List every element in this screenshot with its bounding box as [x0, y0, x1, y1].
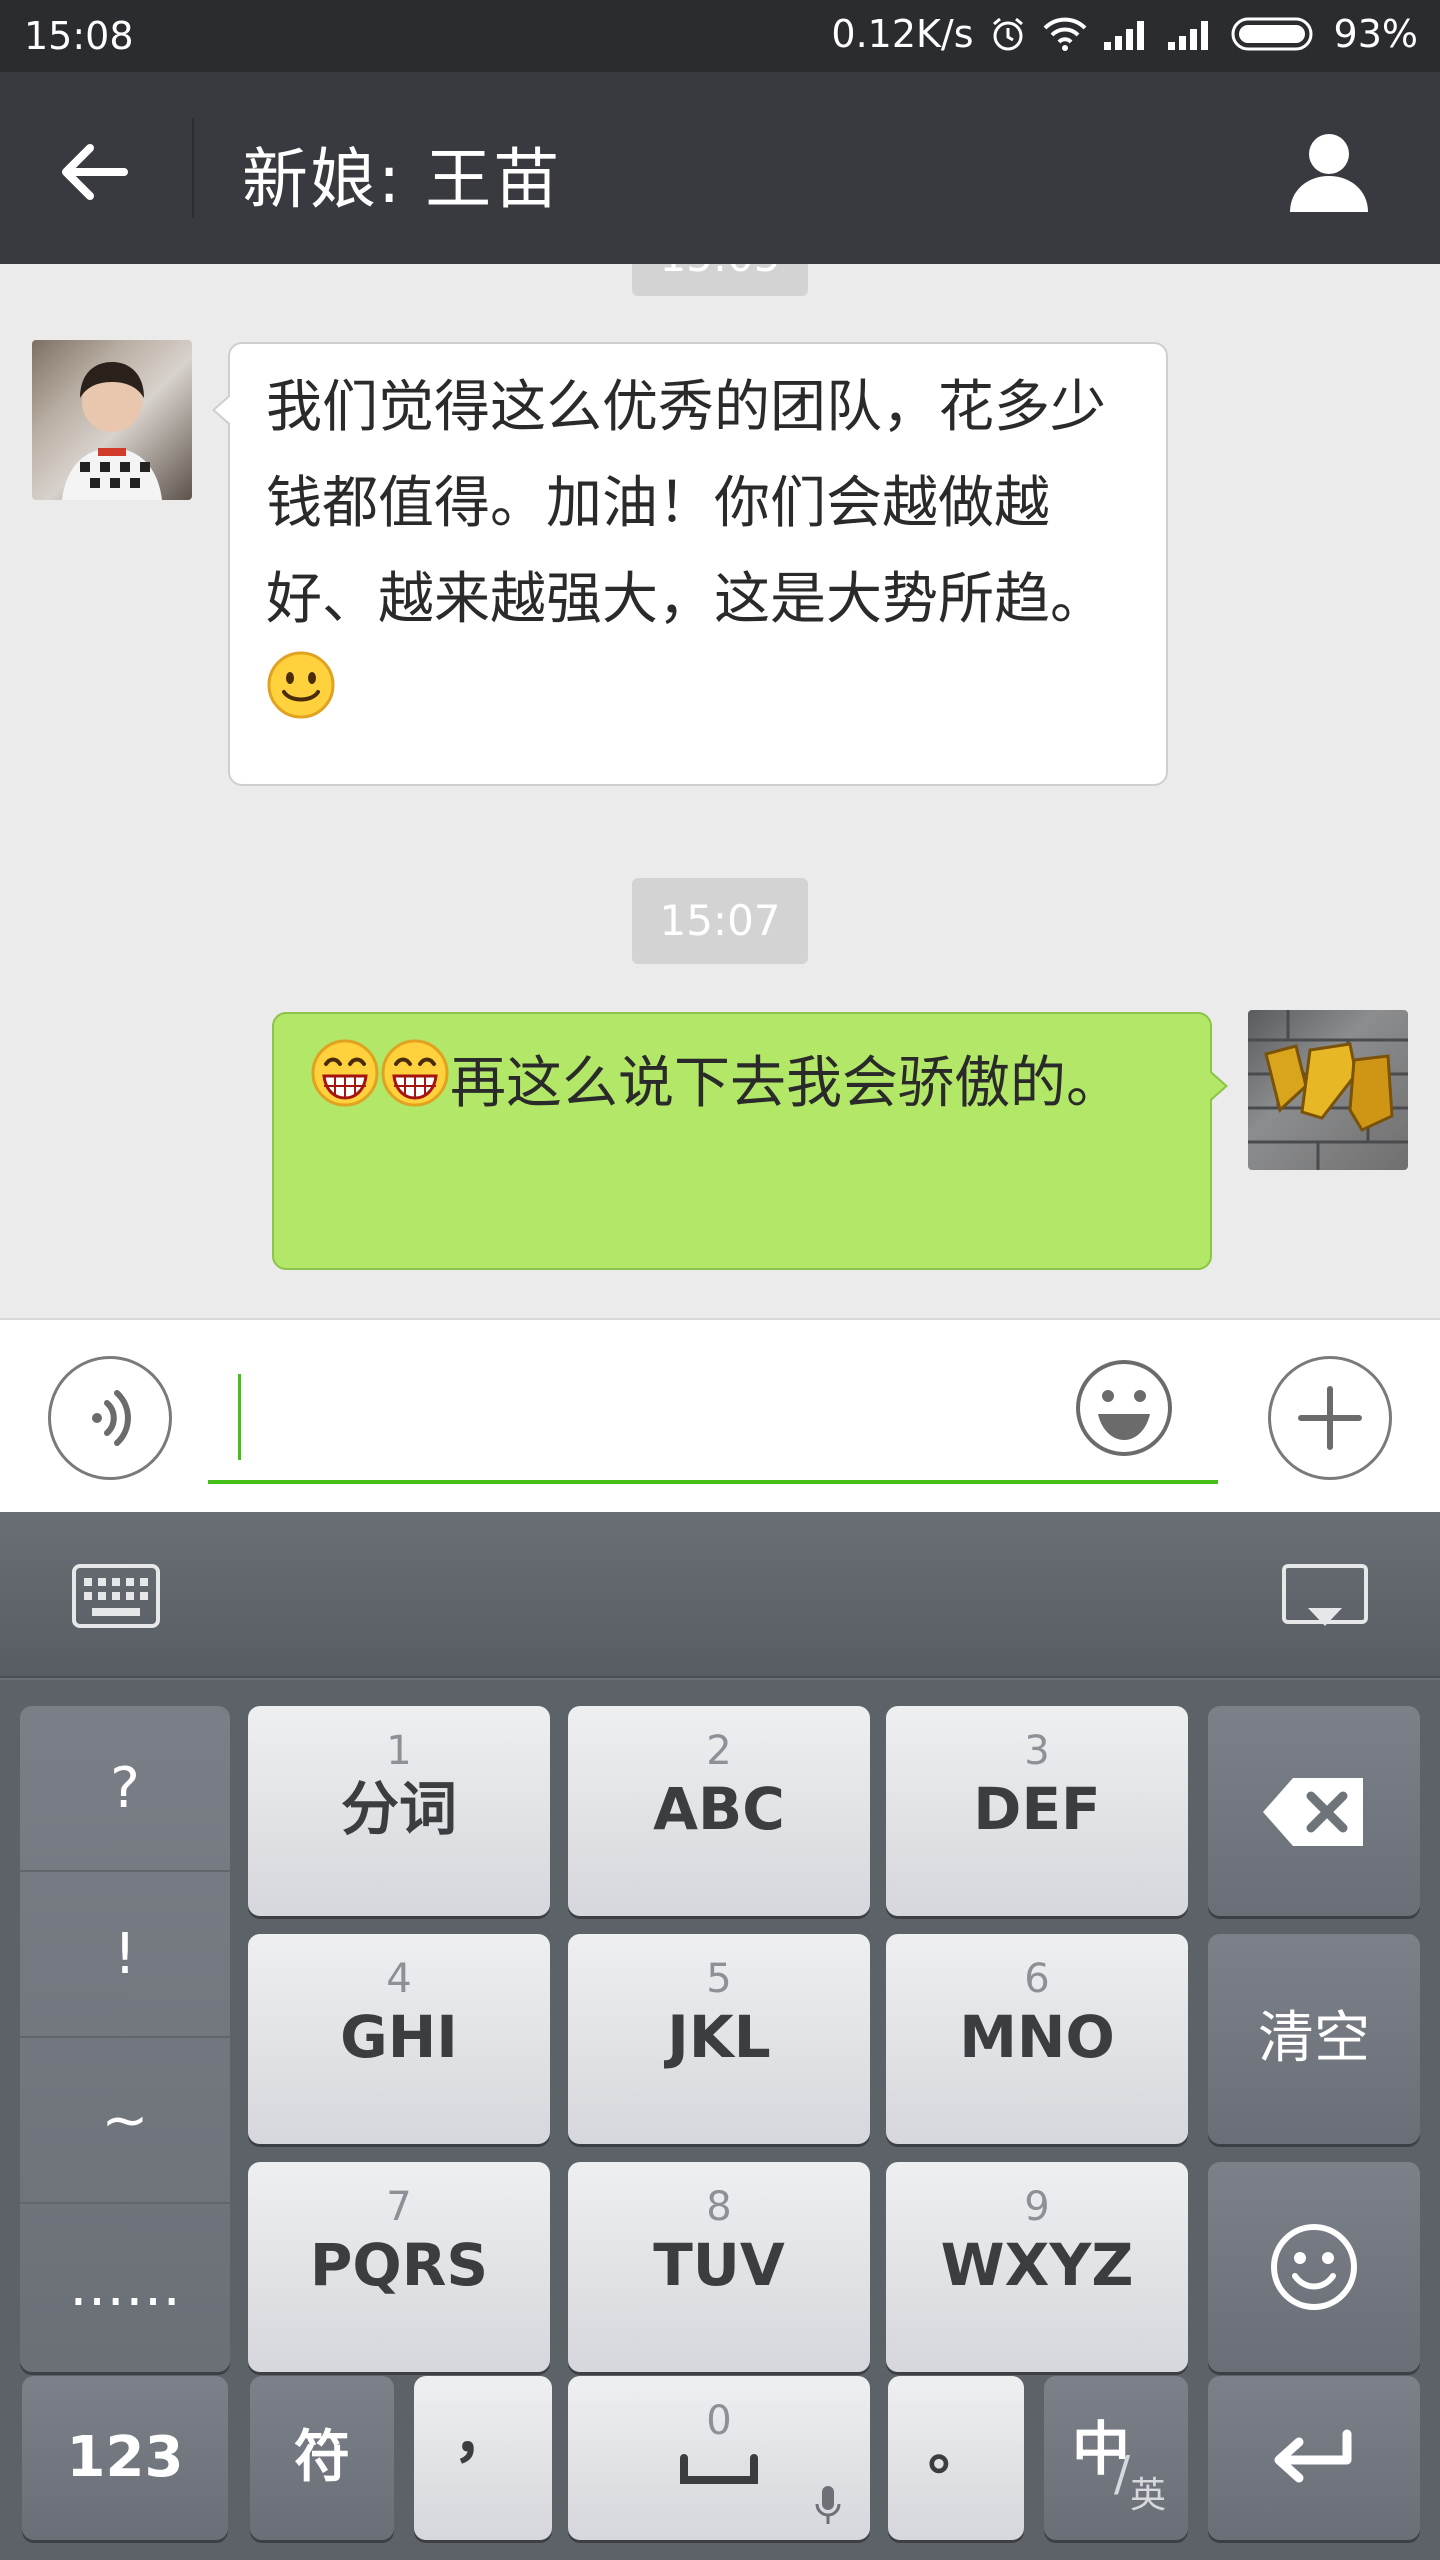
- battery-percent: 93%: [1333, 12, 1418, 56]
- timestamp-mid: 15:07: [632, 878, 808, 964]
- key-9[interactable]: 9 WXYZ: [886, 2162, 1188, 2372]
- timestamp-top: 15:05: [632, 264, 808, 296]
- plus-icon: [1298, 1386, 1362, 1450]
- language-switch-key[interactable]: 中 / 英: [1044, 2376, 1188, 2540]
- comma-key[interactable]: ，: [414, 2376, 552, 2540]
- voice-button[interactable]: [48, 1356, 172, 1480]
- key-exclamation[interactable]: !: [20, 1872, 230, 2038]
- key-4[interactable]: 4 GHI: [248, 1934, 550, 2144]
- space-icon: [680, 2454, 758, 2484]
- input-bar: [0, 1318, 1440, 1512]
- avatar-right-image: [1248, 1010, 1408, 1170]
- key-tilde[interactable]: ~: [20, 2038, 230, 2204]
- smiley-icon[interactable]: [1074, 1358, 1174, 1458]
- backspace-icon: [1263, 1778, 1363, 1846]
- arrow-left-icon[interactable]: [54, 132, 134, 212]
- space-num: 0: [706, 2398, 732, 2444]
- battery-icon: [1231, 17, 1313, 51]
- keyboard: ? ! ~ …… 1 分词 2 ABC 3 DEF 4 GHI 5 JKL 6 MNO 清空…: [0, 1512, 1440, 2560]
- key-7[interactable]: 7 PQRS: [248, 2162, 550, 2372]
- smiley-key-icon: [1271, 2224, 1357, 2310]
- hide-keyboard-icon[interactable]: [1282, 1564, 1368, 1634]
- plus-button[interactable]: [1268, 1356, 1392, 1480]
- header-divider: [192, 118, 194, 218]
- message-list[interactable]: 15:05 我们觉得这么优秀的团队，花多少钱都值得。加油！你们会越做越好、越来越…: [0, 264, 1440, 1318]
- avatar-left-image: [62, 362, 162, 500]
- numbers-key[interactable]: 123: [22, 2376, 228, 2540]
- mic-icon: [815, 2486, 841, 2524]
- keyboard-icon[interactable]: [72, 1564, 160, 1628]
- alarm-icon: [992, 17, 1023, 51]
- key-1[interactable]: 1 分词: [248, 1706, 550, 1916]
- keyboard-toolbar: [0, 1512, 1440, 1678]
- key-8[interactable]: 8 TUV: [568, 2162, 870, 2372]
- voice-icon: [92, 1390, 131, 1446]
- period-key[interactable]: 。: [888, 2376, 1024, 2540]
- wifi-icon: [1043, 17, 1086, 51]
- emoji-key[interactable]: [1208, 2162, 1420, 2372]
- signal-icon-2: [1167, 21, 1208, 50]
- key-3[interactable]: 3 DEF: [886, 1706, 1188, 1916]
- key-5[interactable]: 5 JKL: [568, 1934, 870, 2144]
- space-key[interactable]: 0: [568, 2376, 870, 2540]
- smile-emoji-icon: [267, 651, 335, 719]
- message-bubble-right[interactable]: 再这么说下去我会骄傲的。: [272, 1012, 1228, 1270]
- message-input[interactable]: [208, 1354, 1218, 1484]
- key-question[interactable]: ?: [20, 1706, 230, 1872]
- chat-header: 新娘: 王苗: [0, 72, 1440, 264]
- avatar-left[interactable]: [32, 340, 192, 500]
- clear-button[interactable]: 清空: [1208, 1934, 1420, 2144]
- en-label: 英: [1130, 2475, 1167, 2516]
- status-time: 15:08: [24, 14, 134, 58]
- keyboard-keys: ? ! ~ …… 1 分词 2 ABC 3 DEF 4 GHI 5 JKL 6 MNO 清空…: [0, 1680, 1440, 2560]
- avatar-right[interactable]: [1248, 1010, 1408, 1170]
- person-icon[interactable]: [1286, 128, 1372, 214]
- key-ellipsis[interactable]: ……: [20, 2204, 230, 2370]
- text-caret: [238, 1374, 241, 1460]
- message-text-right: 再这么说下去我会骄傲的。: [450, 1051, 1122, 1116]
- enter-icon: [1274, 2429, 1352, 2483]
- grin-emoji-icon-2: [381, 1039, 449, 1107]
- enter-key[interactable]: [1208, 2376, 1420, 2540]
- grin-emoji-icon: [311, 1039, 379, 1107]
- key-6[interactable]: 6 MNO: [886, 1934, 1188, 2144]
- page-title: 新娘: 王苗: [242, 141, 562, 218]
- signal-icon: [1103, 21, 1144, 50]
- message-text-left: 我们觉得这么优秀的团队，花多少钱都值得。加油！你们会越做越好、越来越强大，这是大…: [266, 375, 1106, 632]
- message-bubble-left[interactable]: 我们觉得这么优秀的团队，花多少钱都值得。加油！你们会越做越好、越来越强大，这是大…: [212, 342, 1168, 786]
- key-2[interactable]: 2 ABC: [568, 1706, 870, 1916]
- slash: /: [1114, 2446, 1131, 2502]
- symbols-key[interactable]: 符: [250, 2376, 394, 2540]
- status-bar: 15:08 0.12K/s 93%: [0, 0, 1440, 72]
- backspace-button[interactable]: [1208, 1706, 1420, 1916]
- symbol-column[interactable]: ? ! ~ ……: [20, 1706, 230, 2372]
- net-speed: 0.12K/s: [831, 12, 974, 56]
